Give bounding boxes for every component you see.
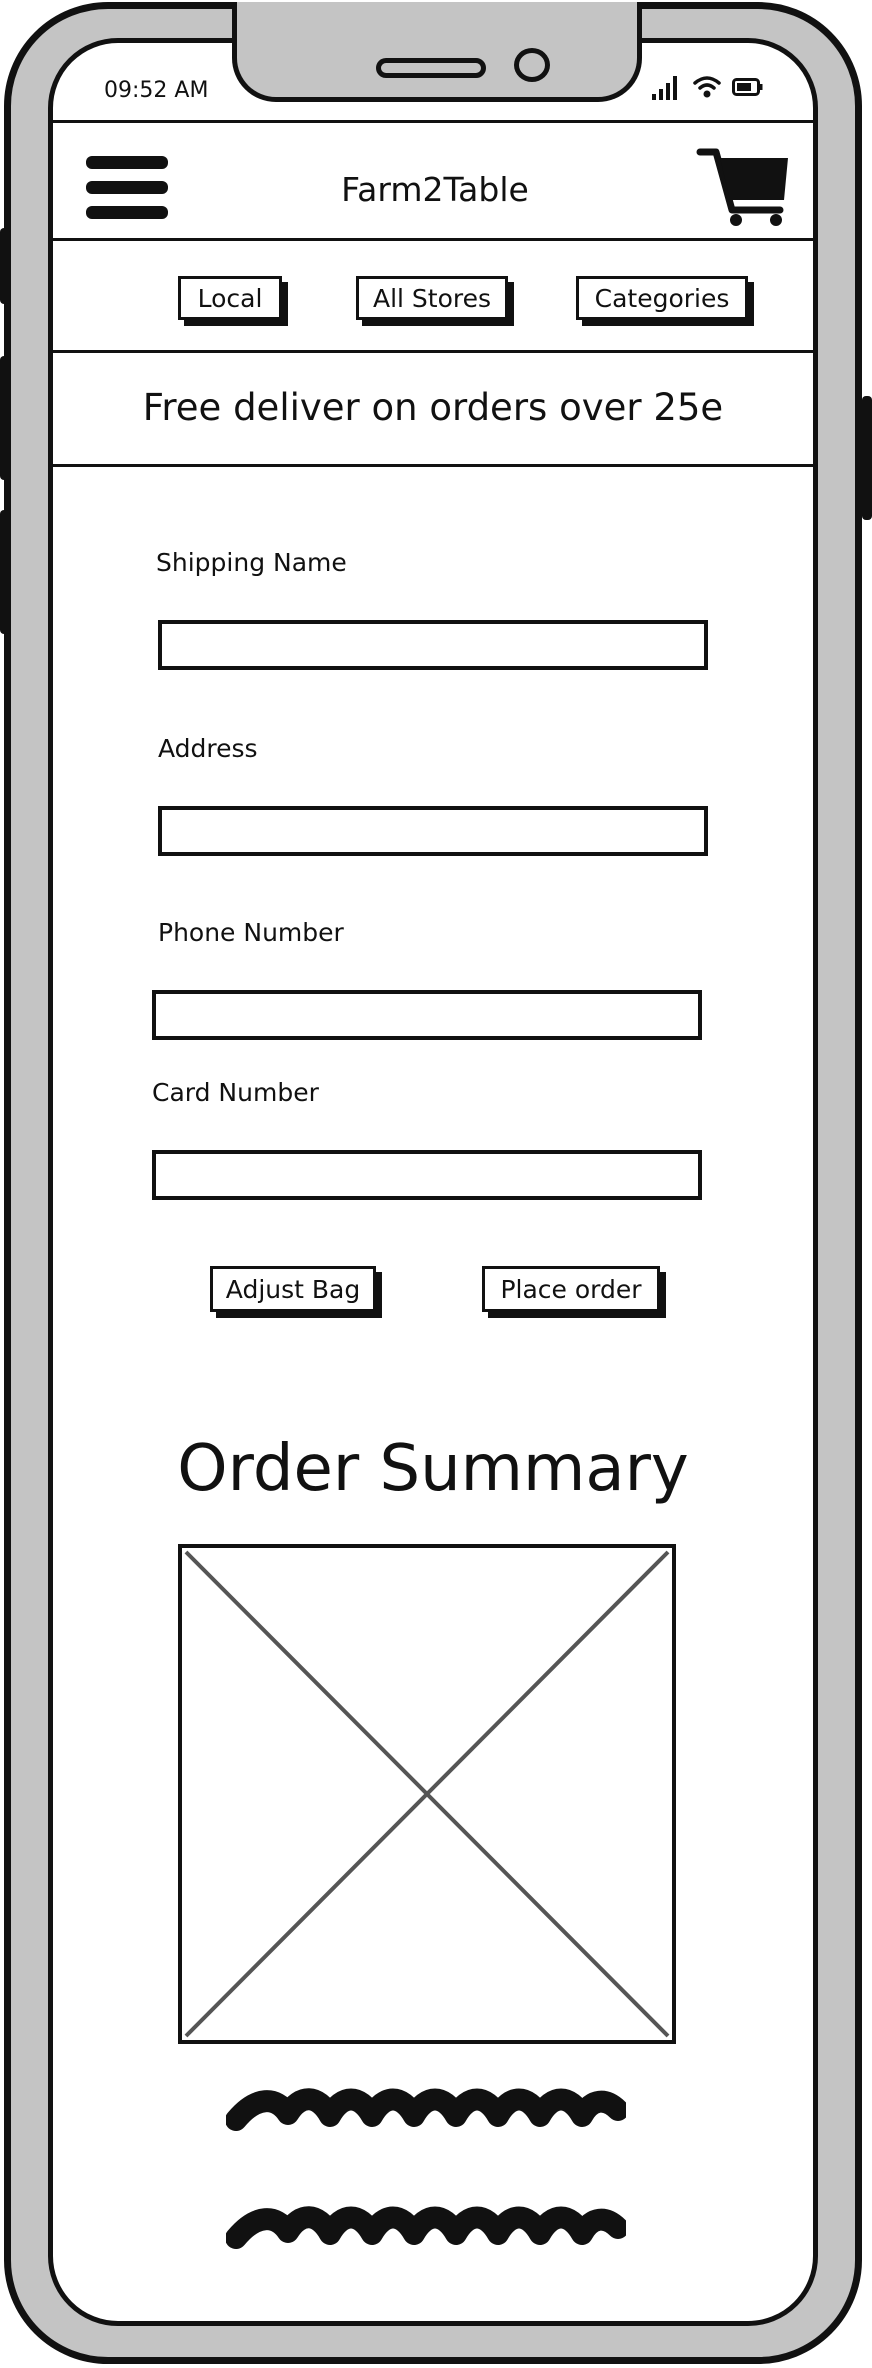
app-title: Farm2Table <box>341 170 529 209</box>
shipping-name-label: Shipping Name <box>156 548 347 577</box>
summary-text-line-1 <box>226 2088 626 2131</box>
summary-text-line-2 <box>226 2206 626 2249</box>
hamburger-menu-icon[interactable] <box>84 150 170 230</box>
nav-divider <box>52 350 814 353</box>
tab-categories[interactable]: Categories <box>576 276 748 320</box>
battery-icon <box>732 78 763 96</box>
address-label: Address <box>158 734 258 763</box>
tab-all-stores[interactable]: All Stores <box>356 276 508 320</box>
speaker <box>376 58 486 78</box>
header-divider <box>52 238 814 241</box>
power-button <box>862 396 872 520</box>
camera <box>514 48 550 82</box>
tab-local[interactable]: Local <box>178 276 282 320</box>
phone-number-input[interactable] <box>152 990 702 1040</box>
promo-banner: Free deliver on orders over 25e <box>142 386 724 429</box>
place-order-button[interactable]: Place order <box>482 1266 660 1312</box>
volume-down-button <box>0 510 10 634</box>
order-summary-title: Order Summary <box>177 1432 689 1506</box>
status-divider <box>52 120 814 123</box>
adjust-bag-button[interactable]: Adjust Bag <box>210 1266 376 1312</box>
status-time: 09:52 AM <box>104 78 209 103</box>
shipping-name-input[interactable] <box>158 620 708 670</box>
wifi-icon <box>693 76 721 98</box>
image-placeholder <box>178 1544 676 2044</box>
address-input[interactable] <box>158 806 708 856</box>
card-number-label: Card Number <box>152 1078 319 1107</box>
volume-up-button <box>0 356 10 480</box>
phone-number-label: Phone Number <box>158 918 344 947</box>
signal-icon <box>652 74 682 100</box>
card-number-input[interactable] <box>152 1150 702 1200</box>
notch <box>232 2 642 102</box>
shopping-cart-icon[interactable] <box>696 146 792 228</box>
banner-divider <box>52 464 814 467</box>
mute-switch <box>0 228 10 304</box>
